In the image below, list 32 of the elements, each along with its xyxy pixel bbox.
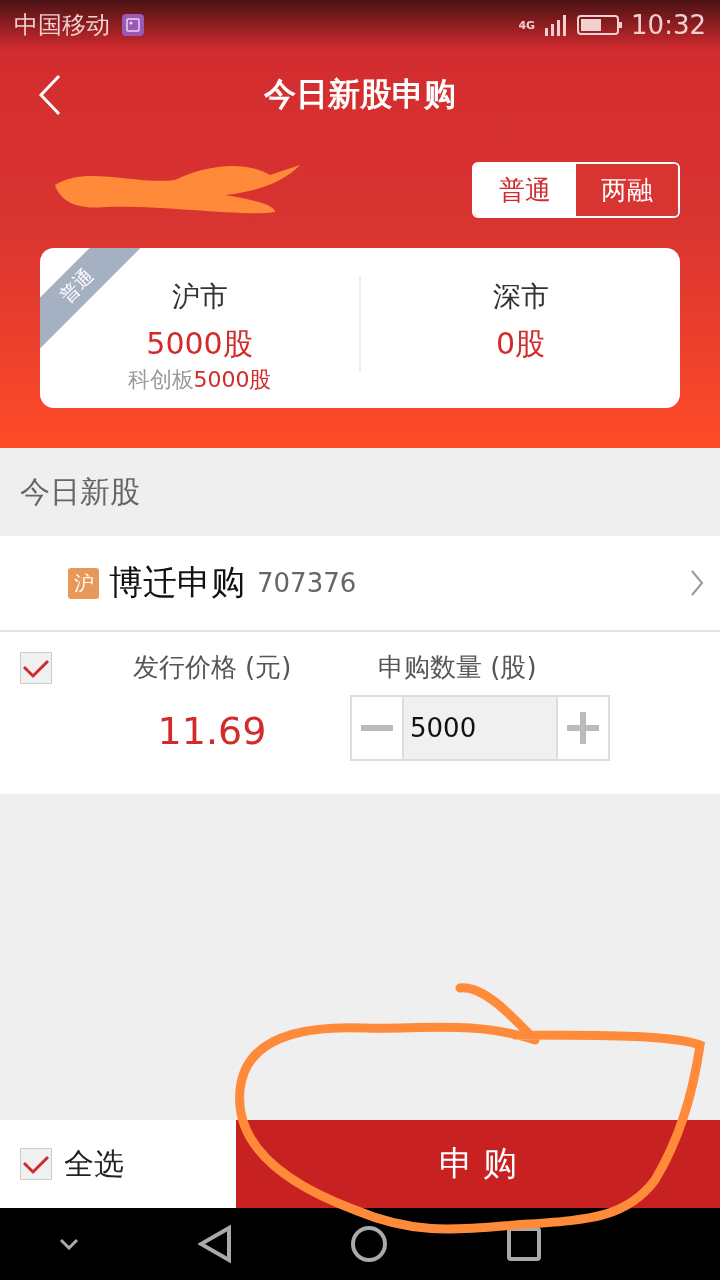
- image-icon: [122, 14, 144, 36]
- chevron-down-icon[interactable]: [59, 1238, 80, 1250]
- stock-row[interactable]: 沪 博迁申购 707376: [0, 536, 720, 632]
- checkbox[interactable]: [20, 652, 52, 684]
- network-type: 4G: [518, 18, 536, 32]
- market-name: 沪市: [171, 279, 228, 315]
- recents-icon[interactable]: [506, 1227, 541, 1261]
- account-tab[interactable]: 普通: [474, 164, 576, 216]
- back-icon[interactable]: [197, 1225, 232, 1263]
- subscribe-button[interactable]: 申 购: [236, 1120, 720, 1208]
- market-badge: 沪: [68, 567, 99, 599]
- market-name: 深市: [492, 279, 549, 315]
- minus-icon: [361, 725, 393, 731]
- quota-amount: 0股: [495, 325, 546, 363]
- section-title: 今日新股: [20, 472, 140, 511]
- quantity-field[interactable]: 5000: [402, 697, 558, 759]
- star-market-quota: 科创板5000股: [127, 366, 272, 394]
- stock-name: 博迁申购: [109, 561, 245, 604]
- plus-icon: [567, 712, 599, 744]
- select-all-label[interactable]: 全选: [64, 1143, 124, 1185]
- page-title: 今日新股申购: [264, 74, 456, 115]
- battery-icon: [577, 14, 624, 36]
- clock-time: 10:32: [631, 10, 706, 40]
- quantity-label: 申购数量 (股): [377, 651, 538, 684]
- stock-code: 707376: [257, 568, 357, 598]
- price-label: 发行价格 (元): [132, 651, 292, 684]
- select-all-checkbox[interactable]: [20, 1148, 52, 1180]
- chevron-right-icon: [690, 569, 704, 597]
- issue-price: 11.69: [157, 709, 267, 753]
- home-icon[interactable]: [350, 1225, 389, 1263]
- carrier-name: 中国移动: [14, 10, 110, 41]
- quota-amount: 5000股: [146, 325, 253, 363]
